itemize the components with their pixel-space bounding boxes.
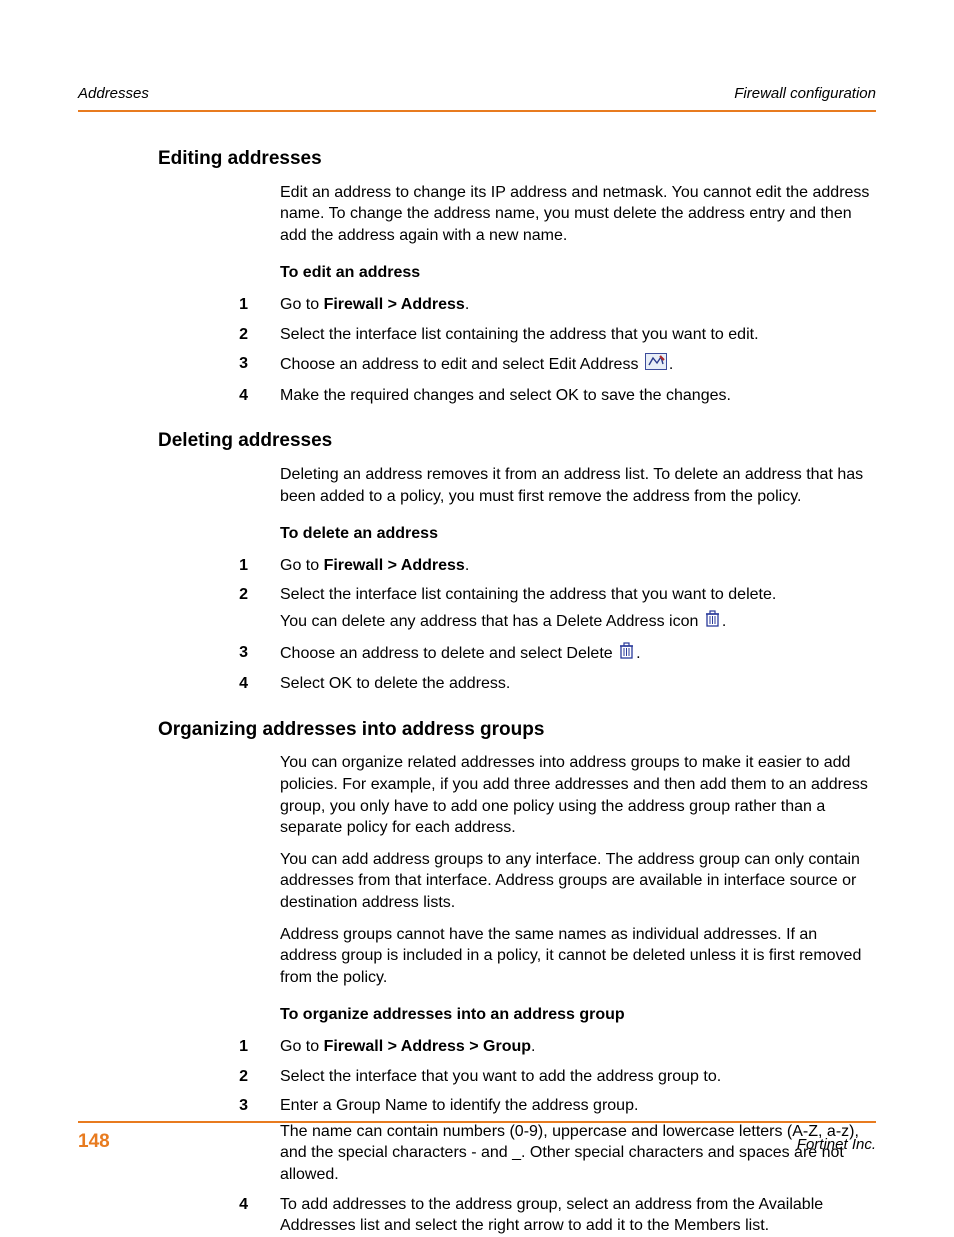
step-number: 3 [78, 353, 280, 377]
step-number: 4 [78, 385, 280, 407]
para-organizing-2: You can add address groups to any interf… [280, 849, 876, 914]
para-organizing-3: Address groups cannot have the same name… [280, 924, 876, 989]
step: 3 Choose an address to edit and select E… [78, 353, 876, 377]
step: 2 Select the interface list containing t… [78, 584, 876, 633]
step-text: Go to Firewall > Address. [280, 555, 876, 577]
document-page: Addresses Firewall configuration Editing… [0, 0, 954, 1235]
step-text: To add addresses to the address group, s… [280, 1194, 876, 1237]
step-number: 4 [78, 1194, 280, 1237]
page-number: 148 [78, 1129, 110, 1155]
header-left: Addresses [78, 84, 149, 104]
step-text: Select OK to delete the address. [280, 673, 876, 695]
running-footer: 148 Fortinet Inc. [78, 1121, 876, 1155]
step: 4 Make the required changes and select O… [78, 385, 876, 407]
step-number: 1 [78, 555, 280, 577]
task-title-organizing: To organize addresses into an address gr… [280, 1004, 876, 1026]
trash-icon [619, 642, 634, 666]
header-right: Firewall configuration [734, 84, 876, 104]
step: 4 To add addresses to the address group,… [78, 1194, 876, 1237]
para-organizing-1: You can organize related addresses into … [280, 752, 876, 838]
step-text: Choose an address to delete and select D… [280, 642, 876, 666]
step-text: Make the required changes and select OK … [280, 385, 876, 407]
running-header: Addresses Firewall configuration [78, 84, 876, 112]
step: 4 Select OK to delete the address. [78, 673, 876, 695]
step-number: 1 [78, 1036, 280, 1058]
heading-organizing: Organizing addresses into address groups [158, 717, 876, 743]
step-number: 2 [78, 324, 280, 346]
step: 1 Go to Firewall > Address. [78, 294, 876, 316]
step-number: 4 [78, 673, 280, 695]
step: 2 Select the interface that you want to … [78, 1066, 876, 1088]
step-number: 2 [78, 584, 280, 633]
step: 2 Select the interface list containing t… [78, 324, 876, 346]
step: 1 Go to Firewall > Address > Group. [78, 1036, 876, 1058]
task-title-deleting: To delete an address [280, 523, 876, 545]
step-number: 3 [78, 642, 280, 666]
step-text: Select the interface list containing the… [280, 584, 876, 633]
trash-icon [705, 610, 720, 634]
step-text: Select the interface that you want to ad… [280, 1066, 876, 1088]
heading-editing: Editing addresses [158, 146, 876, 172]
step-number: 2 [78, 1066, 280, 1088]
step-text: Go to Firewall > Address. [280, 294, 876, 316]
heading-deleting: Deleting addresses [158, 428, 876, 454]
step-text: Choose an address to edit and select Edi… [280, 353, 876, 377]
edit-icon [645, 353, 667, 377]
page-content: Editing addresses Edit an address to cha… [78, 146, 876, 1237]
step: 1 Go to Firewall > Address. [78, 555, 876, 577]
task-title-editing: To edit an address [280, 262, 876, 284]
step-number: 1 [78, 294, 280, 316]
intro-editing: Edit an address to change its IP address… [280, 182, 876, 247]
steps-editing: 1 Go to Firewall > Address. 2 Select the… [78, 294, 876, 406]
step-text: Select the interface list containing the… [280, 324, 876, 346]
footer-brand: Fortinet Inc. [797, 1135, 876, 1155]
intro-deleting: Deleting an address removes it from an a… [280, 464, 876, 507]
steps-deleting: 1 Go to Firewall > Address. 2 Select the… [78, 555, 876, 695]
step-text: Go to Firewall > Address > Group. [280, 1036, 876, 1058]
step: 3 Choose an address to delete and select… [78, 642, 876, 666]
